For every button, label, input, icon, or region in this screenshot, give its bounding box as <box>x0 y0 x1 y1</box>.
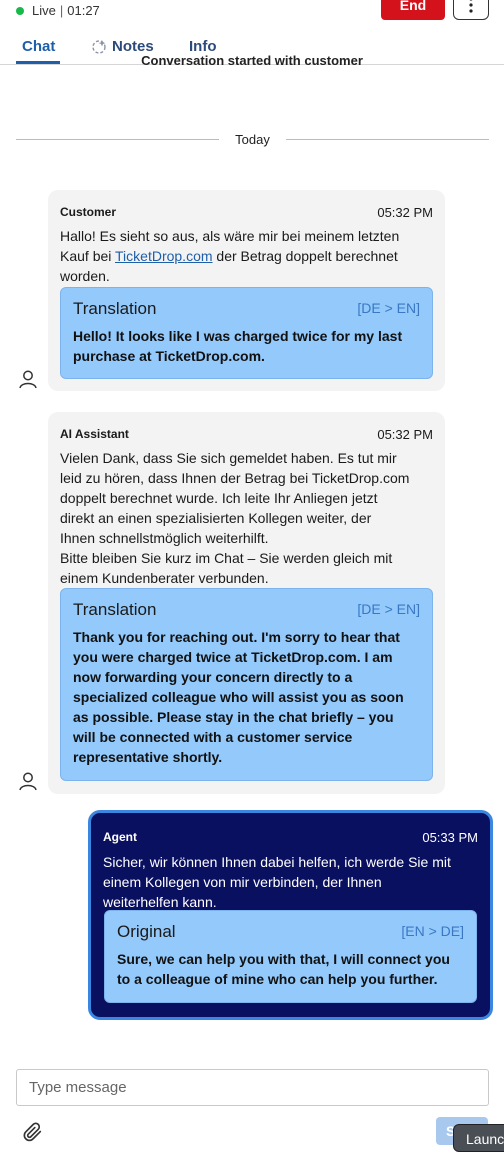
end-chat-button[interactable]: End <box>381 0 445 20</box>
translation-title: Translation <box>73 600 157 619</box>
customer-avatar-icon <box>19 370 37 389</box>
tab-notes-label: Notes <box>112 38 154 55</box>
original-title: Original <box>117 922 176 941</box>
message-input[interactable] <box>16 1069 489 1106</box>
translation-language: [DE > EN] <box>357 601 420 617</box>
agent-bubble-content: Agent 05:33 PM Sicher, wir können Ihnen … <box>91 813 490 1017</box>
translation-text: Thank you for reaching out. I'm sorry to… <box>73 629 404 765</box>
message-time: 05:32 PM <box>377 427 433 442</box>
message-text: Vielen Dank, dass Sie sich gemeldet habe… <box>60 450 410 586</box>
original-box: Original [EN > DE] Sure, we can help you… <box>104 910 477 1003</box>
original-language: [EN > DE] <box>401 923 464 939</box>
conversation-started-notice: Conversation started with customer <box>141 55 363 65</box>
original-text: Sure, we can help you with that, I will … <box>117 951 450 987</box>
translation-title: Translation <box>73 299 157 318</box>
kebab-menu-icon <box>469 0 473 13</box>
tab-info[interactable]: Info <box>189 38 217 55</box>
message-sender: AI Assistant <box>60 427 129 441</box>
message-time: 05:33 PM <box>422 830 478 845</box>
translation-box: Translation [DE > EN] Hello! It looks li… <box>60 287 433 379</box>
ticketdrop-link[interactable]: TicketDrop.com <box>115 248 213 264</box>
status-separator: | <box>59 3 64 18</box>
message-time: 05:32 PM <box>377 205 433 220</box>
tab-info-label: Info <box>189 38 217 55</box>
more-options-button[interactable] <box>453 0 489 20</box>
tab-notes[interactable]: Notes <box>91 38 154 55</box>
status-label: Live <box>32 3 56 18</box>
tab-chat[interactable]: Chat <box>22 38 55 55</box>
date-divider: Today <box>16 132 489 148</box>
translation-language: [DE > EN] <box>357 300 420 316</box>
assistant-avatar-icon <box>19 772 37 791</box>
message-text: Hallo! Es sieht so aus, als wäre mir bei… <box>60 228 400 284</box>
live-indicator-dot <box>16 6 24 15</box>
message-sender: Agent <box>103 830 137 844</box>
message-sender: Customer <box>60 205 117 219</box>
launch-tooltip: Launc <box>453 1124 504 1152</box>
divider-line-right <box>286 139 489 140</box>
message-agent: Agent 05:33 PM Sicher, wir können Ihnen … <box>88 810 493 1020</box>
message-customer: Customer 05:32 PM Hallo! Es sieht so aus… <box>48 190 445 391</box>
session-timer: 01:27 <box>67 3 100 18</box>
message-text: Sicher, wir können Ihnen dabei helfen, i… <box>103 854 451 910</box>
message-ai-assistant: AI Assistant 05:32 PM Vielen Dank, dass … <box>48 412 445 794</box>
tab-chat-label: Chat <box>22 38 56 55</box>
translation-box: Translation [DE > EN] Thank you for reac… <box>60 588 433 781</box>
translation-text: Hello! It looks like I was charged twice… <box>73 328 403 364</box>
notes-sparkle-icon <box>92 39 106 54</box>
paperclip-icon[interactable] <box>22 1121 44 1143</box>
live-status: Live | 01:27 <box>16 3 100 18</box>
